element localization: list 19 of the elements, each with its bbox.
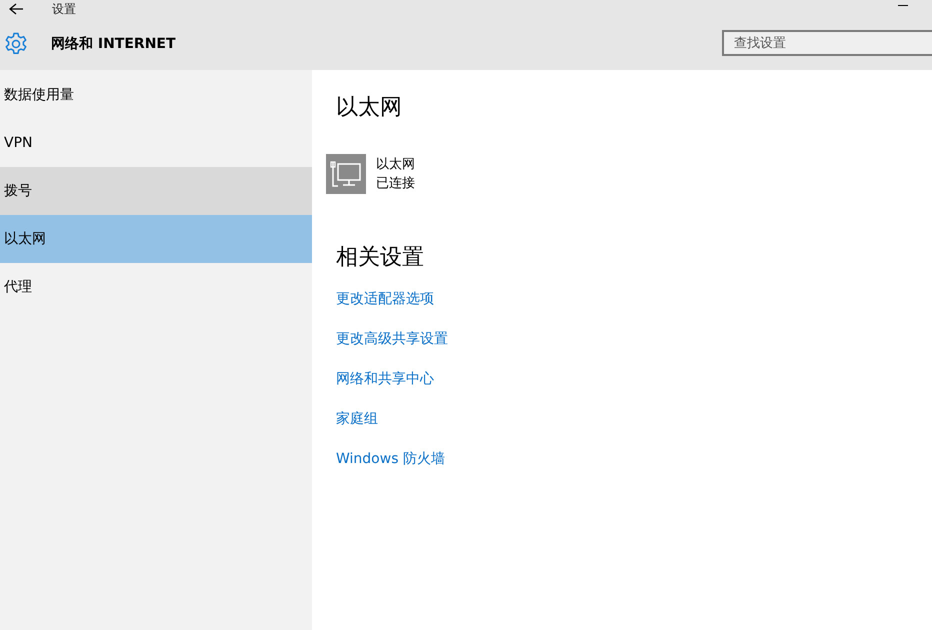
settings-link[interactable]: 网络和共享中心 (336, 370, 908, 389)
settings-link[interactable]: Windows 防火墙 (336, 450, 908, 469)
connection-status: 已连接 (376, 175, 415, 193)
window-title: 设置 (52, 2, 76, 16)
sidebar-item[interactable]: VPN (0, 119, 312, 167)
connection-name: 以太网 (376, 156, 415, 174)
settings-link[interactable]: 家庭组 (336, 410, 908, 429)
settings-icon (4, 32, 28, 56)
sidebar-item[interactable]: 以太网 (0, 215, 312, 263)
back-arrow-icon[interactable] (9, 3, 23, 15)
settings-link[interactable]: 更改适配器选项 (336, 290, 908, 309)
settings-link[interactable]: 更改高级共享设置 (336, 330, 908, 349)
section-heading: 相关设置 (336, 244, 425, 272)
section-title: 以太网 (336, 94, 403, 122)
sidebar-item[interactable]: 代理 (0, 263, 312, 311)
sidebar-item[interactable]: 拨号 (0, 167, 312, 215)
sidebar-item[interactable]: 数据使用量 (0, 71, 312, 119)
search-field[interactable]: 查找设置 (722, 30, 932, 56)
page-heading: 网络和 INTERNET (51, 35, 177, 53)
